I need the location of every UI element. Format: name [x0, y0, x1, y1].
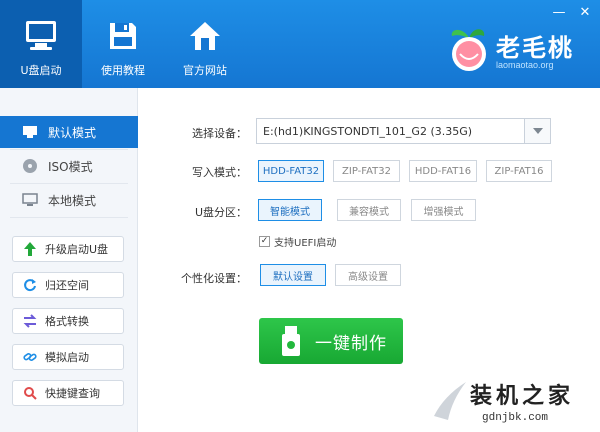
nav-tutorial[interactable]: 使用教程	[82, 0, 164, 88]
personalize-label: 个性化设置：	[181, 272, 247, 285]
one-click-make-button[interactable]: 一键制作	[259, 318, 403, 364]
hotkey-query-button[interactable]: 快捷键查询	[12, 380, 124, 406]
home-icon	[185, 16, 225, 56]
uefi-label: 支持UEFI启动	[274, 238, 337, 249]
partition-enhanced[interactable]: 增强模式	[411, 199, 476, 221]
logo-url: laomaotao.org	[496, 60, 554, 70]
close-button[interactable]: ✕	[578, 6, 592, 20]
format-convert-button[interactable]: 格式转换	[12, 308, 124, 334]
write-mode-hdd-fat16[interactable]: HDD-FAT16	[409, 160, 477, 182]
device-value: E:(hd1)KINGSTONDTI_101_G2 (3.35G)	[263, 125, 473, 138]
partition-compatible[interactable]: 兼容模式	[337, 199, 401, 221]
write-mode-zip-fat32[interactable]: ZIP-FAT32	[333, 160, 400, 182]
nav-website-label: 官方网站	[183, 64, 227, 77]
partition-label: U盘分区：	[194, 206, 247, 219]
default-settings-button[interactable]: 默认设置	[260, 264, 326, 286]
monitor-icon	[22, 192, 38, 208]
usb-computer-icon	[21, 16, 61, 56]
watermark-url: gdnjbk.com	[482, 412, 549, 424]
device-label: 选择设备：	[192, 127, 247, 140]
nav-usb-boot-label: U盘启动	[20, 64, 62, 77]
sidebar: 默认模式 ISO模式 本地模式 升级启动U盘 归还空间 格式转换 模拟启动 快捷…	[0, 88, 138, 432]
write-mode-zip-fat16[interactable]: ZIP-FAT16	[486, 160, 552, 182]
mode-iso[interactable]: ISO模式	[0, 150, 138, 182]
upgrade-usb-label: 升级启动U盘	[45, 243, 109, 256]
nav-website[interactable]: 官方网站	[164, 0, 246, 88]
uefi-checkbox[interactable]: ✓	[259, 236, 270, 247]
write-mode-hdd-fat32[interactable]: HDD-FAT32	[258, 160, 324, 182]
watermark: 装机之家 gdnjbk.com	[430, 372, 600, 432]
upgrade-arrow-icon	[23, 242, 37, 256]
make-button-label: 一键制作	[315, 333, 387, 354]
minimize-button[interactable]: —	[552, 6, 566, 20]
mode-local[interactable]: 本地模式	[0, 184, 138, 216]
partition-smart[interactable]: 智能模式	[258, 199, 322, 221]
usb-drive-icon	[22, 124, 38, 140]
mode-iso-label: ISO模式	[48, 159, 93, 174]
upgrade-usb-button[interactable]: 升级启动U盘	[12, 236, 124, 262]
write-mode-label: 写入模式：	[192, 166, 247, 179]
floppy-disk-icon	[103, 16, 143, 56]
logo-text: 老毛桃	[496, 34, 574, 62]
uefi-checkbox-row[interactable]: ✓ 支持UEFI启动	[259, 234, 336, 249]
refresh-icon	[23, 278, 37, 292]
watermark-text: 装机之家	[470, 384, 575, 409]
mode-local-label: 本地模式	[48, 193, 97, 208]
logo: 老毛桃 laomaotao.org	[446, 22, 586, 78]
divider	[10, 217, 128, 218]
disc-icon	[22, 158, 38, 174]
usb-drive-icon	[279, 326, 303, 356]
restore-space-label: 归还空间	[45, 279, 89, 292]
convert-icon	[23, 314, 37, 328]
top-bar: U盘启动 使用教程 官方网站 — ✕ 老毛桃 laomaotao.org	[0, 0, 600, 88]
advanced-settings-button[interactable]: 高级设置	[335, 264, 401, 286]
format-convert-label: 格式转换	[45, 315, 89, 328]
link-icon	[23, 350, 37, 364]
device-select[interactable]: E:(hd1)KINGSTONDTI_101_G2 (3.35G)	[256, 118, 551, 144]
mode-default-label: 默认模式	[48, 125, 97, 140]
watermark-swoosh-icon	[434, 382, 466, 420]
nav-tutorial-label: 使用教程	[101, 64, 145, 77]
nav-usb-boot[interactable]: U盘启动	[0, 0, 82, 88]
simulate-boot-button[interactable]: 模拟启动	[12, 344, 124, 370]
mode-default[interactable]: 默认模式	[0, 116, 138, 148]
restore-space-button[interactable]: 归还空间	[12, 272, 124, 298]
hotkey-query-label: 快捷键查询	[45, 387, 100, 400]
simulate-boot-label: 模拟启动	[45, 351, 89, 364]
chevron-down-icon[interactable]	[524, 119, 550, 143]
peach-logo-icon	[451, 29, 486, 71]
search-icon	[23, 386, 37, 400]
